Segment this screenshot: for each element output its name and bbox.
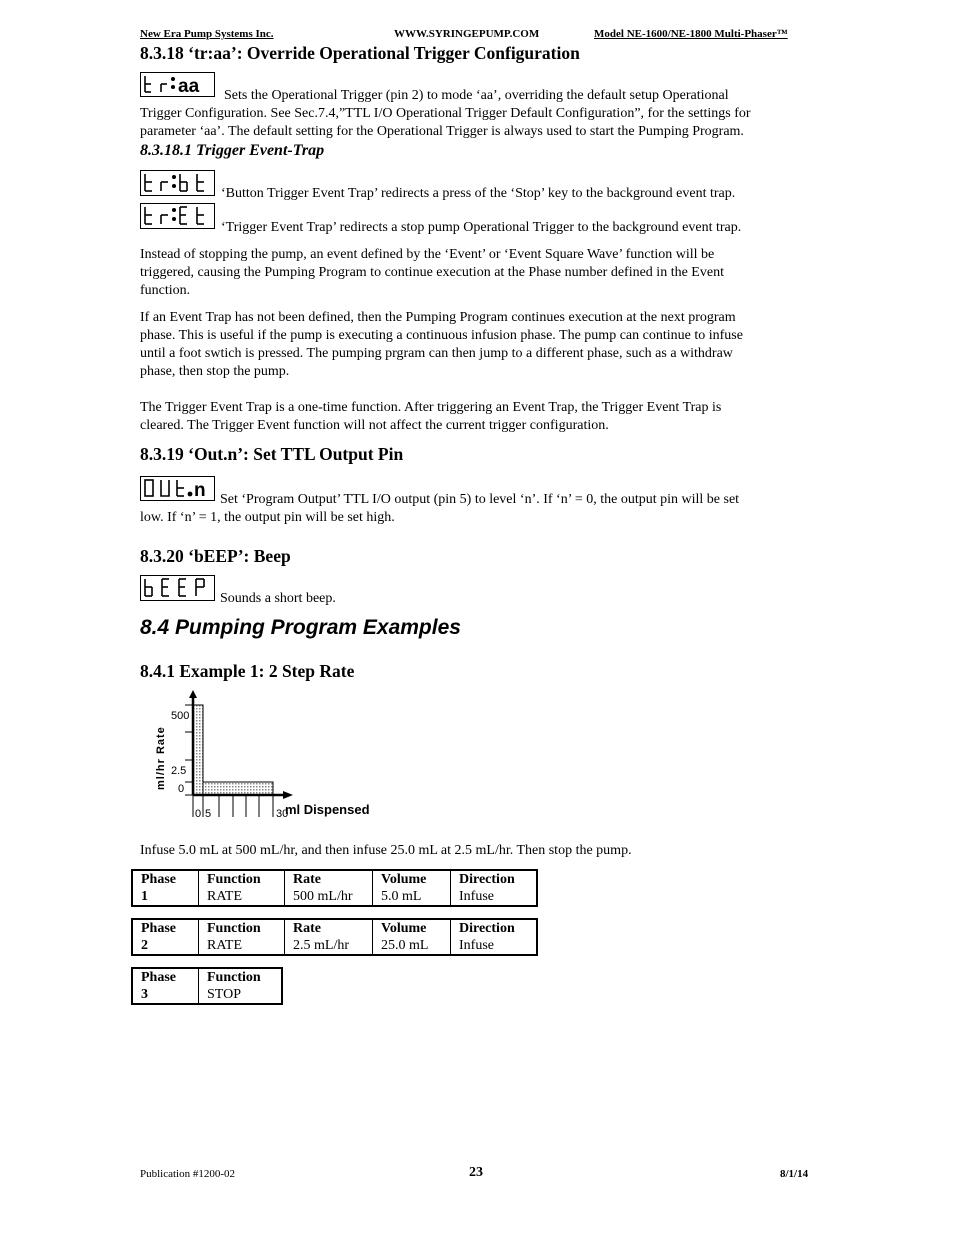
- header-phase: Phase: [131, 870, 199, 888]
- lcd-display-tr-aa: aa: [140, 72, 215, 97]
- bar-2: [202, 781, 274, 796]
- section-8-3-19-title: 8.3.19 ‘Out.n’: Set TTL Output Pin: [140, 444, 404, 464]
- table-row: 1 RATE 500 mL/hr 5.0 mL Infuse: [131, 888, 538, 906]
- svg-text:aa: aa: [178, 76, 200, 95]
- header-phase: Phase: [131, 919, 199, 937]
- cell-function: RATE: [198, 888, 285, 906]
- seven-segment-icon: [144, 206, 204, 225]
- seven-segment-icon: [144, 578, 205, 597]
- table-header-row: Phase Function Rate Volume Direction: [131, 870, 538, 888]
- table-header-row: Phase Function: [131, 968, 283, 986]
- section-8-3-20-title: 8.3.20 ‘bEEP’: Beep: [140, 546, 291, 566]
- paragraph-event-1-line2: triggered, causing the Pumping Program t…: [140, 265, 724, 280]
- header-model: Model NE-1600/NE-1800 Multi-Phaser™: [594, 28, 788, 40]
- cell-phase: 2: [131, 937, 199, 955]
- seven-segment-icon: n: [144, 479, 206, 499]
- footer-date: 8/1/14: [780, 1168, 809, 1180]
- x-axis-arrow: [283, 791, 293, 799]
- cell-phase: 1: [131, 888, 199, 906]
- header-rate: Rate: [284, 870, 373, 888]
- footer-publication: Publication #1200-02: [140, 1168, 236, 1180]
- cell-rate: 500 mL/hr: [284, 888, 373, 906]
- header-direction: Direction: [450, 919, 538, 937]
- header-rate: Rate: [284, 919, 373, 937]
- cell-direction: Infuse: [450, 937, 538, 955]
- header-website: WWW.SYRINGEPUMP.COM: [394, 28, 540, 40]
- section-8-3-18-1-title: 8.3.18.1 Trigger Event-Trap: [140, 142, 325, 159]
- example-description: Infuse 5.0 mL at 500 mL/hr, and then inf…: [140, 843, 632, 858]
- paragraph-event-2-line1: If an Event Trap has not been defined, t…: [140, 310, 736, 325]
- cell-volume: 25.0 mL: [372, 937, 451, 955]
- rate-vs-volume-chart: ml/hr Rate 02.55000 5 30 ml Dispensed: [155, 690, 370, 820]
- header-function: Function: [198, 870, 285, 888]
- paragraph-event-2-line3: until a foot swtich is pressed. The pump…: [140, 346, 733, 361]
- paragraph-event-2-line2: phase. This is useful if the pump is exe…: [140, 328, 743, 343]
- s8318-line1: Sets the Operational Trigger (pin 2) to …: [224, 88, 729, 103]
- paragraph-event-3-line1: The Trigger Event Trap is a one-time fun…: [140, 400, 722, 415]
- section-8-4-1-title: 8.4.1 Example 1: 2 Step Rate: [140, 661, 355, 681]
- section-8-4-title: 8.4 Pumping Program Examples: [140, 616, 461, 639]
- header-direction: Direction: [450, 870, 538, 888]
- s8319-line2: low. If ‘n’ = 1, the output pin will be …: [140, 510, 395, 525]
- seven-segment-icon: aa: [144, 76, 200, 95]
- table-header-row: Phase Function Rate Volume Direction: [131, 919, 538, 937]
- header-company: New Era Pump Systems Inc.: [140, 28, 274, 40]
- lcd-display-out-n: n: [140, 476, 215, 501]
- header-volume: Volume: [372, 870, 451, 888]
- trigger-event-trap-item1: ‘Button Trigger Event Trap’ redirects a …: [221, 186, 736, 201]
- lcd-display-beep: [140, 575, 215, 601]
- y-axis-arrow: [189, 690, 197, 698]
- x-tick-label: 0: [195, 808, 201, 820]
- s8320-line1: Sounds a short beep.: [220, 591, 336, 606]
- y-tick-label: 2.5: [171, 765, 186, 777]
- header-function: Function: [198, 968, 283, 986]
- y-tick-label: 500: [171, 710, 189, 722]
- paragraph-event-2-line4: phase, then stop the pump.: [140, 364, 290, 379]
- paragraph-event-1-line3: function.: [140, 283, 191, 298]
- cell-direction: Infuse: [450, 888, 538, 906]
- table-row: 3 STOP: [131, 986, 283, 1004]
- lcd-display-tr-bt: [140, 170, 215, 196]
- s8318-line3: parameter ‘aa’. The default setting for …: [140, 124, 744, 139]
- trigger-event-trap-item2: ‘Trigger Event Trap’ redirects a stop pu…: [221, 220, 742, 235]
- s8318-line2: Trigger Configuration. See Sec.7.4,”TTL …: [140, 106, 751, 121]
- page-number: 23: [469, 1165, 483, 1180]
- section-8-3-18-title: 8.3.18 ‘tr:aa’: Override Operational Tri…: [140, 43, 580, 63]
- phase-1-table: Phase Function Rate Volume Direction 1 R…: [131, 869, 538, 907]
- cell-volume: 5.0 mL: [372, 888, 451, 906]
- svg-text:n: n: [194, 480, 206, 499]
- paragraph-event-1-line1: Instead of stopping the pump, an event d…: [140, 247, 715, 262]
- table-row: 2 RATE 2.5 mL/hr 25.0 mL Infuse: [131, 937, 538, 955]
- paragraph-event-3-line2: cleared. The Trigger Event function will…: [140, 418, 609, 433]
- phase-3-table: Phase Function 3 STOP: [131, 967, 283, 1005]
- header-phase: Phase: [131, 968, 199, 986]
- s8319-line1: Set ‘Program Output’ TTL I/O output (pin…: [220, 492, 740, 507]
- x-tick-label: 5: [205, 808, 211, 820]
- seven-segment-icon: [144, 174, 204, 192]
- cell-function: STOP: [198, 986, 283, 1004]
- lcd-display-tr-Et: [140, 203, 215, 229]
- y-tick-label: 0: [178, 783, 184, 795]
- x-axis-label: ml Dispensed: [285, 802, 370, 817]
- cell-phase: 3: [131, 986, 199, 1004]
- header-function: Function: [198, 919, 285, 937]
- phase-2-table: Phase Function Rate Volume Direction 2 R…: [131, 918, 538, 956]
- y-axis-label: ml/hr Rate: [155, 726, 167, 790]
- header-volume: Volume: [372, 919, 451, 937]
- cell-rate: 2.5 mL/hr: [284, 937, 373, 955]
- cell-function: RATE: [198, 937, 285, 955]
- bar-1: [192, 704, 204, 796]
